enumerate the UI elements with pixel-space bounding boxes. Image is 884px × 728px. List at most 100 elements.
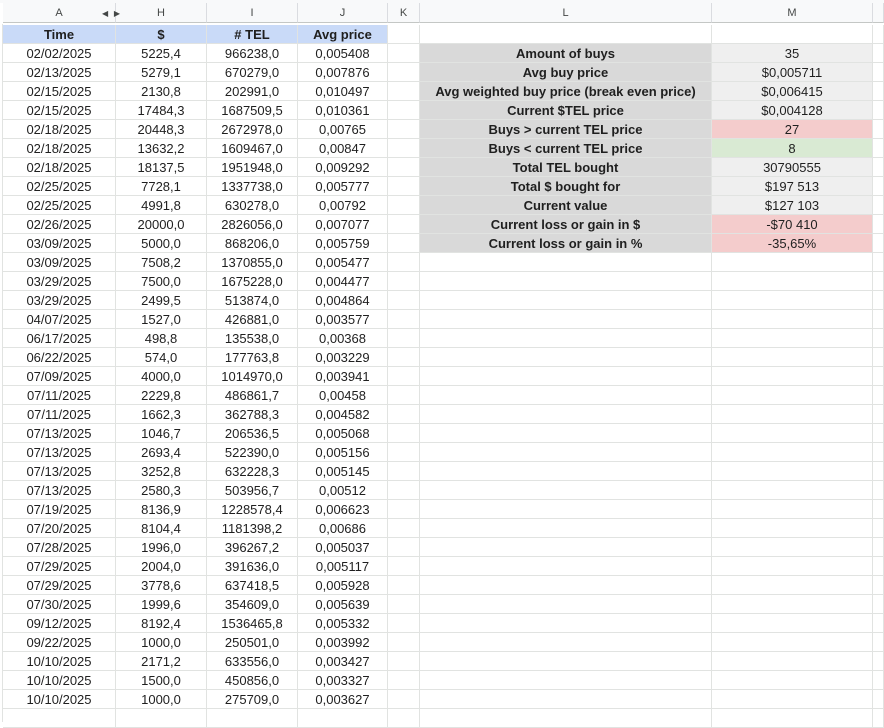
cell[interactable]	[873, 25, 884, 44]
dollars-cell[interactable]: 2580,3	[116, 481, 207, 500]
tel-cell[interactable]: 670279,0	[207, 63, 298, 82]
cell[interactable]	[3, 709, 116, 728]
avg-price-cell[interactable]: 0,010361	[298, 101, 388, 120]
cell[interactable]	[388, 329, 420, 348]
cell[interactable]	[388, 595, 420, 614]
dollars-cell[interactable]: 2130,8	[116, 82, 207, 101]
tel-cell[interactable]: 1687509,5	[207, 101, 298, 120]
summary-value[interactable]: -35,65%	[712, 234, 873, 253]
cell[interactable]	[712, 709, 873, 728]
tel-cell[interactable]: 503956,7	[207, 481, 298, 500]
dollars-cell[interactable]: 1000,0	[116, 633, 207, 652]
cell[interactable]	[712, 272, 873, 291]
cell[interactable]	[420, 291, 712, 310]
time-cell[interactable]: 02/25/2025	[3, 177, 116, 196]
tel-cell[interactable]: 486861,7	[207, 386, 298, 405]
cell[interactable]	[873, 329, 884, 348]
time-cell[interactable]: 07/11/2025	[3, 386, 116, 405]
cell[interactable]	[873, 177, 884, 196]
tel-cell[interactable]: 2826056,0	[207, 215, 298, 234]
collapse-left-icon[interactable]: ◀	[102, 9, 108, 18]
cell[interactable]	[388, 25, 420, 44]
summary-value[interactable]: 30790555	[712, 158, 873, 177]
cell[interactable]	[712, 329, 873, 348]
summary-value[interactable]: 35	[712, 44, 873, 63]
tel-cell[interactable]: 250501,0	[207, 633, 298, 652]
cell[interactable]	[873, 576, 884, 595]
cell[interactable]	[388, 158, 420, 177]
avg-price-cell[interactable]: 0,003327	[298, 671, 388, 690]
cell[interactable]	[873, 633, 884, 652]
cell[interactable]	[207, 709, 298, 728]
summary-label[interactable]: Avg weighted buy price (break even price…	[420, 82, 712, 101]
dollars-cell[interactable]: 1000,0	[116, 690, 207, 709]
table-header-dollars[interactable]: $	[116, 25, 207, 44]
time-cell[interactable]: 04/07/2025	[3, 310, 116, 329]
cell[interactable]	[873, 557, 884, 576]
tel-cell[interactable]: 637418,5	[207, 576, 298, 595]
dollars-cell[interactable]: 4000,0	[116, 367, 207, 386]
dollars-cell[interactable]: 8104,4	[116, 519, 207, 538]
table-header-tel[interactable]: # TEL	[207, 25, 298, 44]
cell[interactable]	[873, 310, 884, 329]
cell[interactable]	[388, 82, 420, 101]
cell[interactable]	[388, 633, 420, 652]
dollars-cell[interactable]: 13632,2	[116, 139, 207, 158]
tel-cell[interactable]: 177763,8	[207, 348, 298, 367]
time-cell[interactable]: 02/26/2025	[3, 215, 116, 234]
cell[interactable]	[873, 253, 884, 272]
cell[interactable]	[712, 633, 873, 652]
cell[interactable]	[873, 709, 884, 728]
avg-price-cell[interactable]: 0,00792	[298, 196, 388, 215]
dollars-cell[interactable]: 5000,0	[116, 234, 207, 253]
avg-price-cell[interactable]: 0,005477	[298, 253, 388, 272]
summary-label[interactable]: Total $ bought for	[420, 177, 712, 196]
cell[interactable]	[388, 576, 420, 595]
column-header-m[interactable]: M	[712, 3, 873, 23]
cell[interactable]	[420, 576, 712, 595]
tel-cell[interactable]: 450856,0	[207, 671, 298, 690]
cell[interactable]	[873, 101, 884, 120]
cell[interactable]	[388, 177, 420, 196]
cell[interactable]	[712, 690, 873, 709]
avg-price-cell[interactable]: 0,003229	[298, 348, 388, 367]
avg-price-cell[interactable]: 0,005408	[298, 44, 388, 63]
cell[interactable]	[420, 500, 712, 519]
time-cell[interactable]: 07/29/2025	[3, 576, 116, 595]
cell[interactable]	[712, 671, 873, 690]
time-cell[interactable]: 10/10/2025	[3, 690, 116, 709]
summary-label[interactable]: Buys < current TEL price	[420, 139, 712, 158]
cell[interactable]	[420, 25, 712, 44]
cell[interactable]	[388, 272, 420, 291]
cell[interactable]	[712, 576, 873, 595]
tel-cell[interactable]: 1609467,0	[207, 139, 298, 158]
time-cell[interactable]: 07/11/2025	[3, 405, 116, 424]
cell[interactable]	[388, 44, 420, 63]
column-header-l[interactable]: L	[420, 3, 712, 23]
summary-label[interactable]: Current loss or gain in %	[420, 234, 712, 253]
cell[interactable]	[388, 709, 420, 728]
cell[interactable]	[388, 101, 420, 120]
time-cell[interactable]: 07/13/2025	[3, 462, 116, 481]
cell[interactable]	[873, 158, 884, 177]
cell[interactable]	[388, 367, 420, 386]
time-cell[interactable]: 02/18/2025	[3, 158, 116, 177]
cell[interactable]	[420, 481, 712, 500]
cell[interactable]	[712, 386, 873, 405]
dollars-cell[interactable]: 2004,0	[116, 557, 207, 576]
cell[interactable]	[873, 519, 884, 538]
avg-price-cell[interactable]: 0,005068	[298, 424, 388, 443]
dollars-cell[interactable]: 574,0	[116, 348, 207, 367]
avg-price-cell[interactable]: 0,005037	[298, 538, 388, 557]
cell[interactable]	[388, 253, 420, 272]
table-header-avg-price[interactable]: Avg price	[298, 25, 388, 44]
cell[interactable]	[712, 405, 873, 424]
time-cell[interactable]: 07/19/2025	[3, 500, 116, 519]
cell[interactable]	[712, 557, 873, 576]
avg-price-cell[interactable]: 0,007077	[298, 215, 388, 234]
dollars-cell[interactable]: 1662,3	[116, 405, 207, 424]
cell[interactable]	[420, 348, 712, 367]
cell[interactable]	[873, 120, 884, 139]
cell[interactable]	[420, 272, 712, 291]
summary-value[interactable]: 8	[712, 139, 873, 158]
